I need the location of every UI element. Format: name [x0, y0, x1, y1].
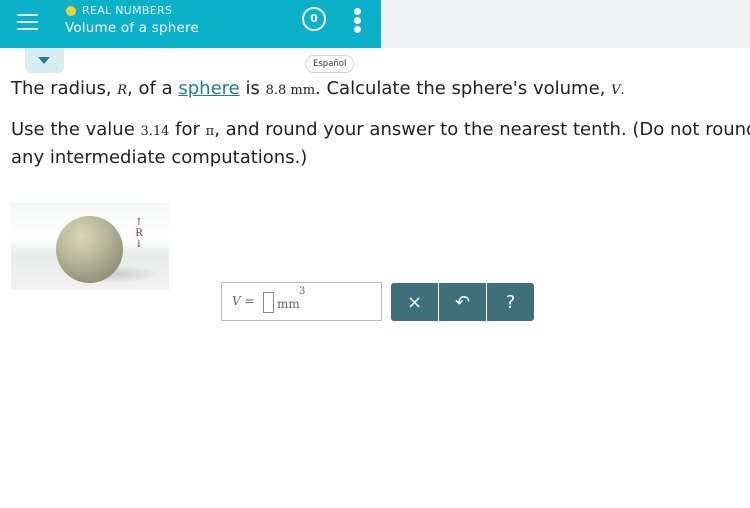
help-button[interactable]: ? — [487, 283, 534, 321]
header-extension — [381, 0, 750, 48]
sphere-link[interactable]: sphere — [178, 78, 239, 99]
question-line-1: The radius, R, of a sphere is 8.8 mm. Ca… — [11, 78, 625, 99]
clear-button[interactable]: × — [391, 283, 438, 321]
top-bar: REAL NUMBERS Volume of a sphere 0 — [0, 0, 381, 48]
text: Use the value — [11, 119, 141, 140]
score-badge[interactable]: 0 — [302, 7, 326, 31]
topic-label: REAL NUMBERS — [82, 4, 173, 17]
answer-input[interactable] — [263, 292, 274, 313]
question-line-2: Use the value 3.14 for π, and round your… — [11, 117, 750, 171]
text: , of a — [127, 78, 179, 99]
more-options-icon[interactable] — [354, 8, 362, 34]
text: for — [169, 119, 206, 140]
text: The radius, — [11, 78, 118, 99]
radius-variable: R — [117, 83, 128, 98]
menu-icon[interactable] — [17, 14, 38, 30]
chevron-down-icon — [38, 57, 50, 64]
undo-icon: ↶ — [454, 291, 471, 313]
pi-symbol: π — [205, 124, 215, 139]
topic-status-dot — [66, 5, 76, 16]
answer-field: V = mm 3 — [221, 282, 382, 321]
answer-variable: V — [232, 294, 241, 308]
equals-sign: = — [244, 294, 255, 308]
answer-unit: mm — [277, 297, 300, 311]
pi-value: 3.14 — [140, 124, 170, 139]
page-title: Volume of a sphere — [65, 20, 199, 36]
help-icon: ? — [505, 291, 516, 313]
radius-letter: R — [135, 228, 143, 239]
text: . — [620, 83, 625, 98]
answer-unit-exponent: 3 — [299, 286, 306, 297]
text: . Calculate the sphere's volume, — [315, 78, 612, 99]
collapse-toggle-button[interactable] — [25, 48, 64, 73]
language-button[interactable]: Español — [305, 55, 355, 73]
arrow-up-icon: ↑ — [134, 217, 144, 228]
text: is — [239, 78, 266, 99]
topic-row: REAL NUMBERS — [66, 4, 172, 17]
sphere-figure: ↑ R ↓ — [11, 203, 169, 290]
answer-toolbar: × ↶ ? — [391, 283, 534, 321]
close-icon: × — [406, 291, 423, 313]
answer-label: V = — [232, 294, 255, 308]
radius-value: 8.8 mm — [265, 83, 316, 98]
sphere-image — [56, 216, 123, 283]
radius-label: ↑ R ↓ — [133, 217, 145, 250]
undo-button[interactable]: ↶ — [439, 283, 486, 321]
arrow-down-icon: ↓ — [134, 239, 144, 250]
